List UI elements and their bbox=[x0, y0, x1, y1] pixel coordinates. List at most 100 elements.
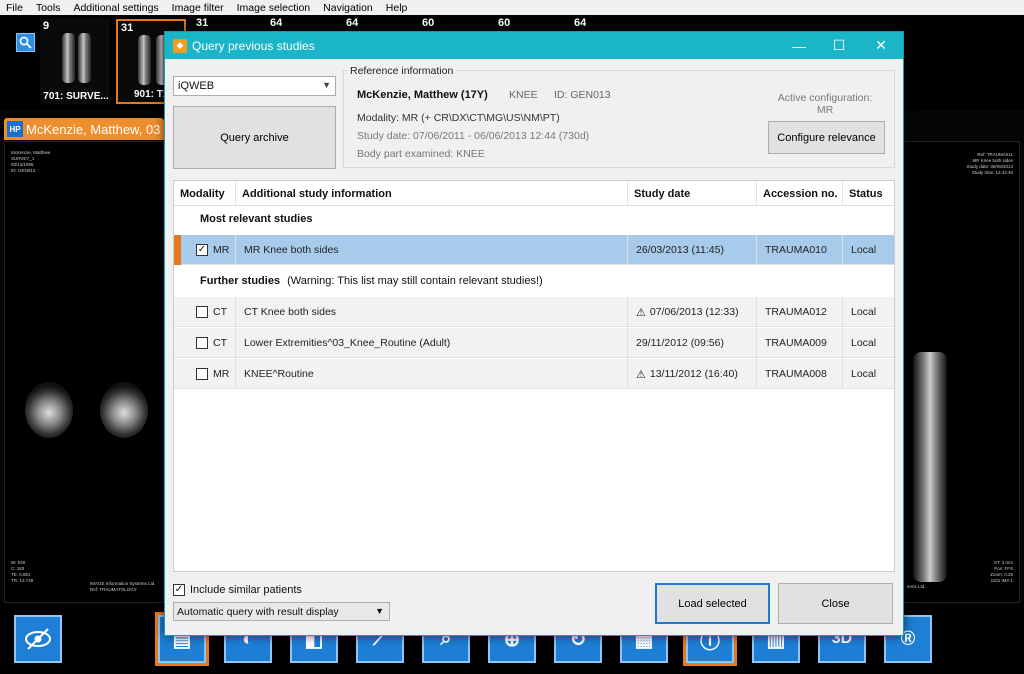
selected-row-marker bbox=[174, 235, 181, 265]
column-study-date[interactable]: Study date bbox=[628, 181, 757, 206]
menu-image-selection[interactable]: Image selection bbox=[231, 2, 318, 14]
right-overlay-bottom: ST: 3 mm Pos: FFS Zoom: 0.25 1101 IMA 1 bbox=[990, 560, 1013, 584]
table-header: Modality Additional study information St… bbox=[174, 181, 894, 206]
thumbnail-number: 64 bbox=[270, 17, 283, 29]
overlay-text: Study time: 12:44:45 bbox=[971, 170, 1013, 175]
column-status[interactable]: Status bbox=[843, 181, 894, 206]
accession-cell: TRAUMA008 bbox=[757, 359, 843, 389]
thumbnail-number: 64 bbox=[346, 17, 359, 29]
row-checkbox[interactable]: ✓ bbox=[196, 244, 208, 256]
modality-cell: CT bbox=[188, 297, 236, 327]
column-modality[interactable]: Modality bbox=[174, 181, 236, 206]
group-warning: (Warning: This list may still contain re… bbox=[287, 275, 543, 287]
active-configuration-value: MR bbox=[816, 104, 834, 116]
row-checkbox[interactable] bbox=[196, 337, 208, 349]
left-overlay-center: IMAGE Information Systems Ltd. Ref: TRAU… bbox=[90, 581, 156, 593]
eye-tool-button[interactable] bbox=[14, 615, 62, 663]
viewer-app: File Tools Additional settings Image fil… bbox=[0, 0, 1024, 674]
reference-study-date: Study date: 07/06/2011 - 06/06/2013 12:4… bbox=[357, 130, 590, 142]
status-cell: Local bbox=[851, 306, 877, 318]
reference-modality: Modality: MR (+ CR\DX\CT\MG\US\NM\PT) bbox=[357, 112, 560, 124]
row-checkbox[interactable] bbox=[196, 306, 208, 318]
group-most-relevant: Most relevant studies bbox=[200, 213, 312, 225]
status-cell: Local bbox=[851, 368, 877, 380]
overlay-text: 1101 IMA 1 bbox=[990, 578, 1013, 583]
date-cell: 26/03/2013 (11:45) bbox=[628, 235, 757, 265]
studies-table: Modality Additional study information St… bbox=[173, 180, 895, 572]
query-mode-select[interactable]: Automatic query with result display ▼ bbox=[173, 602, 390, 621]
menu-additional-settings[interactable]: Additional settings bbox=[67, 2, 165, 14]
table-row[interactable]: CT Lower Extremities^03_Knee_Routine (Ad… bbox=[174, 328, 894, 358]
search-icon bbox=[19, 36, 32, 49]
menu-help[interactable]: Help bbox=[380, 2, 415, 14]
maximize-icon: ☐ bbox=[832, 37, 846, 53]
patient-tab[interactable]: HP McKenzie, Matthew, 03 bbox=[4, 118, 164, 140]
date-value: 13/11/2012 (16:40) bbox=[649, 368, 738, 380]
reference-body-part-examined: Body part examined: KNEE bbox=[357, 148, 485, 160]
menu-image-filter[interactable]: Image filter bbox=[166, 2, 231, 14]
date-value: 07/06/2013 (12:33) bbox=[649, 306, 739, 318]
menu-tools[interactable]: Tools bbox=[30, 2, 68, 14]
table-row[interactable]: ✓ MR MR Knee both sides 26/03/2013 (11:4… bbox=[174, 235, 894, 265]
column-accession-no[interactable]: Accession no. bbox=[757, 181, 843, 206]
active-configuration-label: Active configuration: bbox=[777, 92, 873, 104]
search-series-button[interactable] bbox=[16, 33, 35, 52]
thumbnail-number: 60 bbox=[498, 17, 511, 29]
date-cell: 29/11/2012 (09:56) bbox=[628, 328, 757, 358]
table-row[interactable]: CT CT Knee both sides ⚠ 07/06/2013 (12:3… bbox=[174, 297, 894, 327]
info-cell: CT Knee both sides bbox=[236, 297, 628, 327]
chevron-down-icon: ▼ bbox=[322, 80, 331, 90]
accession-cell: TRAUMA012 bbox=[757, 297, 843, 327]
active-configuration: Active configuration: MR bbox=[765, 92, 885, 116]
row-checkbox[interactable] bbox=[196, 368, 208, 380]
overlay-text: ID: GEN013 bbox=[11, 168, 36, 173]
configure-relevance-button[interactable]: Configure relevance bbox=[768, 121, 885, 154]
modality-cell: MR bbox=[188, 359, 236, 389]
reference-info-legend: Reference information bbox=[347, 65, 457, 77]
column-additional-info[interactable]: Additional study information bbox=[236, 181, 628, 206]
thumbnail-number: 31 bbox=[121, 22, 134, 34]
hp-badge-icon: HP bbox=[7, 121, 23, 137]
modality-cell: CT bbox=[188, 328, 236, 358]
menu-file[interactable]: File bbox=[0, 2, 30, 14]
include-similar-checkbox[interactable]: ✓ bbox=[173, 584, 185, 596]
group-title: Most relevant studies bbox=[200, 213, 313, 225]
overlay-text: Ref: TRAUMATOLOGY bbox=[90, 587, 137, 592]
date-cell: ⚠ 07/06/2013 (12:33) bbox=[628, 297, 757, 327]
dialog-app-icon: ◆ bbox=[173, 38, 187, 53]
info-cell: KNEE^Routine bbox=[236, 359, 628, 389]
thumbnail-number: 31 bbox=[196, 17, 209, 29]
left-image-viewport[interactable]: McKenzie, Matthew SURVEY_1 03/13/1995 ID… bbox=[4, 141, 164, 603]
close-button[interactable]: Close bbox=[778, 583, 893, 624]
accession-cell: TRAUMA010 bbox=[757, 235, 843, 265]
left-overlay-bottom: W: 530 C: 183 TE: 6.861 TR: 13.748 bbox=[11, 560, 33, 584]
archive-source-value: iQWEB bbox=[178, 80, 215, 92]
include-similar-patients[interactable]: ✓ Include similar patients bbox=[173, 584, 302, 596]
modality-value: MR bbox=[213, 244, 230, 256]
status-cell: Local bbox=[851, 244, 877, 256]
close-window-button[interactable]: ✕ bbox=[861, 32, 901, 59]
chevron-down-icon: ▼ bbox=[375, 606, 384, 616]
table-row[interactable]: MR KNEE^Routine ⚠ 13/11/2012 (16:40) TRA… bbox=[174, 359, 894, 389]
patient-tab-name: McKenzie, Matthew, 03 bbox=[26, 121, 161, 137]
minimize-button[interactable]: — bbox=[779, 32, 819, 59]
thumbnail-caption: 701: SURVE... bbox=[43, 91, 109, 102]
info-cell: MR Knee both sides bbox=[236, 235, 628, 265]
maximize-button[interactable]: ☐ bbox=[819, 32, 859, 59]
modality-value: CT bbox=[213, 306, 227, 318]
modality-cell: ✓ MR bbox=[188, 235, 236, 265]
load-selected-button[interactable]: Load selected bbox=[655, 583, 770, 624]
reference-body-part: KNEE bbox=[509, 89, 538, 101]
group-further-studies: Further studies (Warning: This list may … bbox=[200, 275, 543, 287]
date-cell: ⚠ 13/11/2012 (16:40) bbox=[628, 359, 757, 389]
eye-tool-icon bbox=[25, 628, 51, 650]
query-archive-button[interactable]: Query archive bbox=[173, 106, 336, 169]
menu-navigation[interactable]: Navigation bbox=[317, 2, 380, 14]
right-image-viewport[interactable]: Ref: TRAUMA011 MR Knee both sides Study … bbox=[902, 141, 1020, 603]
archive-source-select[interactable]: iQWEB ▼ bbox=[173, 76, 336, 96]
overlay-text: TR: 13.748 bbox=[11, 578, 34, 583]
warning-icon: ⚠ bbox=[636, 368, 646, 381]
modality-value: CT bbox=[213, 337, 227, 349]
series-thumbnail-701[interactable]: 9 701: SURVE... bbox=[40, 19, 110, 104]
query-previous-studies-dialog: ◆ Query previous studies — ☐ ✕ iQWEB ▼ Q… bbox=[164, 31, 904, 636]
